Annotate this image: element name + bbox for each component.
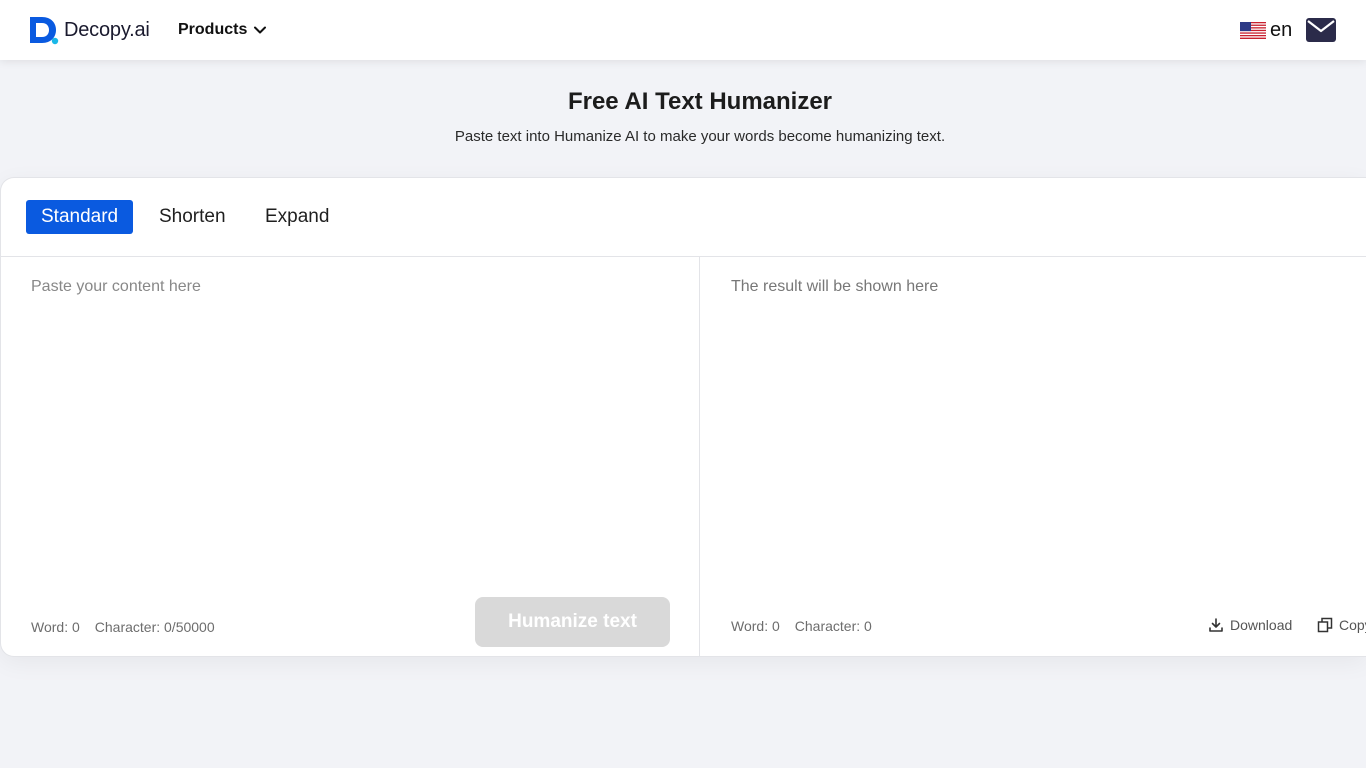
- output-stats: Word: 0 Character: 0: [731, 618, 872, 634]
- download-icon: [1209, 618, 1223, 632]
- copy-label: Copy: [1339, 617, 1366, 633]
- humanize-button[interactable]: Humanize text: [475, 597, 670, 647]
- panel-divider: [699, 257, 700, 656]
- top-navbar: Decopy.ai Products en: [0, 0, 1366, 60]
- tab-shorten[interactable]: Shorten: [144, 200, 241, 234]
- copy-button[interactable]: Copy: [1317, 617, 1366, 633]
- output-word-count: Word: 0: [731, 618, 780, 634]
- content-input[interactable]: [1, 258, 699, 578]
- mode-tabs: Standard Shorten Expand: [1, 178, 1366, 257]
- mail-icon[interactable]: [1305, 16, 1337, 44]
- download-button[interactable]: Download: [1208, 617, 1292, 633]
- input-word-count: Word: 0: [31, 619, 80, 635]
- page-subtitle: Paste text into Humanize AI to make your…: [454, 128, 946, 145]
- copy-icon: [1317, 617, 1333, 633]
- language-label: en: [1270, 18, 1293, 41]
- logo-text: Decopy.ai: [64, 18, 150, 41]
- output-char-count: Character: 0: [794, 618, 872, 634]
- humanizer-panel: Standard Shorten Expand The result will …: [0, 177, 1366, 657]
- language-selector[interactable]: en: [1240, 18, 1292, 42]
- decopy-logo-icon: [30, 17, 59, 45]
- tab-expand[interactable]: Expand: [250, 200, 344, 234]
- tab-standard[interactable]: Standard: [26, 200, 134, 234]
- page-title: Free AI Text Humanizer: [567, 88, 833, 115]
- products-menu[interactable]: Products: [178, 18, 267, 42]
- input-stats: Word: 0 Character: 0/50000: [31, 619, 215, 635]
- chevron-down-icon: [254, 26, 267, 34]
- download-label: Download: [1230, 617, 1293, 633]
- result-output: The result will be shown here: [731, 278, 939, 295]
- products-label: Products: [178, 21, 248, 38]
- input-char-count: Character: 0/50000: [94, 619, 215, 635]
- logo[interactable]: Decopy.ai: [28, 15, 150, 45]
- us-flag-icon: [1240, 21, 1266, 39]
